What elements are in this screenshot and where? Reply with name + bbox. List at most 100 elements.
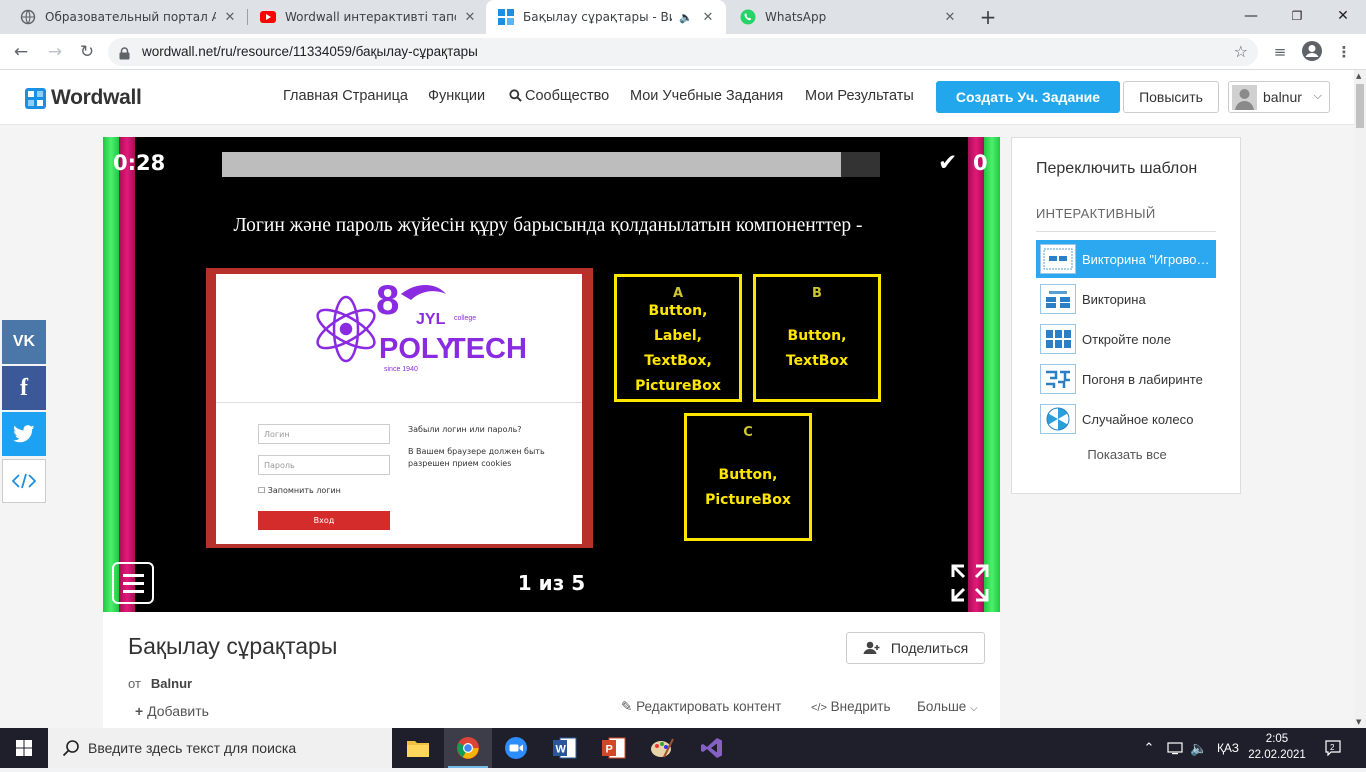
chrome-app[interactable]	[444, 728, 492, 768]
profile-icon[interactable]	[1300, 40, 1324, 64]
vk-share-button[interactable]: VK	[2, 320, 46, 364]
close-tab-icon[interactable]: ✕	[222, 10, 238, 25]
template-random-wheel[interactable]: Случайное колесо	[1036, 400, 1216, 438]
image-remember-checkbox: ☐ Запомнить логин	[258, 486, 341, 495]
reading-list-icon[interactable]: ≡	[1268, 40, 1292, 64]
polytech-logo: 8 JYL college POLY TECH since 1940	[316, 276, 527, 373]
author-line: от Balnur	[128, 676, 193, 691]
volume-icon[interactable]: 🔈	[1188, 728, 1210, 768]
nav-features[interactable]: Функции	[428, 88, 485, 104]
browser-tab-quiz[interactable]: Бақылау сұрақтары - Викторина 🔈 ✕	[486, 0, 726, 34]
gameshow-quiz-icon	[1040, 244, 1076, 274]
input-language[interactable]: ҚАЗ	[1212, 728, 1244, 768]
powerpoint-app[interactable]: P	[590, 728, 638, 768]
new-tab-plus-icon[interactable]: +	[976, 5, 1000, 29]
site-header: Wordwall Главная Страница Функции Сообще…	[0, 70, 1354, 125]
close-tab-icon[interactable]: ✕	[700, 10, 716, 25]
svg-text:P: P	[606, 744, 613, 756]
forward-arrow-icon[interactable]: →	[42, 39, 68, 65]
fullscreen-icon[interactable]	[951, 564, 989, 602]
embed-share-button[interactable]	[2, 459, 46, 503]
template-name: Викторина	[1082, 291, 1146, 307]
browser-tab-wordwall-youtube[interactable]: Wordwall интерактивті тапсырмалар ✕	[248, 0, 488, 34]
answer-card-a[interactable]: A Button, Label, TextBox, PictureBox	[614, 274, 742, 402]
show-hidden-icons-chevron-icon[interactable]: ⌃	[1138, 728, 1160, 768]
answer-card-b[interactable]: B Button, TextBox	[753, 274, 881, 402]
browser-tab-whatsapp[interactable]: WhatsApp ✕	[728, 0, 968, 34]
close-tab-icon[interactable]: ✕	[942, 10, 958, 25]
browser-tab-portal[interactable]: Образовательный портал Алматы ✕	[8, 0, 248, 34]
globe-icon	[20, 9, 36, 25]
scroll-down-arrow-icon[interactable]: ▼	[1356, 718, 1361, 726]
template-quiz[interactable]: Викторина	[1036, 280, 1216, 318]
address-bar[interactable]: wordwall.net/ru/resource/11334059/бақыла…	[108, 38, 1258, 66]
twitter-share-button[interactable]	[2, 412, 46, 456]
network-icon[interactable]	[1164, 728, 1186, 768]
scroll-up-arrow-icon[interactable]: ▲	[1356, 72, 1361, 80]
whatsapp-icon	[740, 9, 756, 25]
svg-text:college: college	[454, 315, 476, 322]
svg-text:TECH: TECH	[448, 333, 527, 365]
image-login-field: Логин	[258, 424, 390, 444]
scrollbar-thumb[interactable]	[1356, 84, 1364, 128]
open-box-icon	[1040, 324, 1076, 354]
tab-title: Wordwall интерактивті тапсырмалар	[285, 10, 456, 24]
more-dropdown[interactable]: Больше ⌵	[917, 699, 978, 714]
visual-studio-app[interactable]	[688, 728, 736, 768]
switch-template-panel: Переключить шаблон ИНТЕРАКТИВНЫЙ Виктори…	[1011, 137, 1241, 494]
bookmark-star-icon[interactable]: ☆	[1234, 42, 1248, 61]
embed-link[interactable]: </> Внедрить	[811, 699, 891, 714]
image-password-field: Пароль	[258, 455, 390, 475]
answer-card-c[interactable]: C Button, PictureBox	[684, 413, 812, 541]
upgrade-button[interactable]: Повысить	[1123, 81, 1219, 113]
start-button[interactable]	[0, 728, 48, 768]
close-window-icon[interactable]: ✕	[1320, 0, 1366, 34]
divider	[1036, 231, 1216, 232]
taskbar-clock[interactable]: 2:05 22.02.2021	[1248, 731, 1306, 763]
pencil-icon: ✎	[621, 699, 633, 714]
share-button[interactable]: Поделиться	[846, 632, 985, 664]
user-name: balnur	[1263, 89, 1302, 105]
template-name: Погоня в лабиринте	[1082, 371, 1203, 387]
nav-my-activities[interactable]: Мои Учебные Задания	[630, 88, 783, 104]
nav-my-results[interactable]: Мои Результаты	[805, 88, 914, 104]
plus-icon: +	[135, 703, 144, 719]
user-menu[interactable]: balnur ⌵	[1228, 81, 1330, 113]
template-gameshow-quiz[interactable]: Викторина "Игровое шоу"	[1036, 240, 1216, 278]
clock-date: 22.02.2021	[1248, 749, 1306, 761]
speaker-icon[interactable]: 🔈	[678, 11, 694, 24]
windows-taskbar: Введите здесь текст для поиска W P ⌃ 🔈 Қ…	[0, 728, 1366, 768]
wordwall-logo-icon	[25, 87, 46, 109]
notifications-icon[interactable]: 2	[1318, 728, 1348, 768]
reload-icon[interactable]: ↻	[74, 39, 100, 65]
left-magenta-stripe	[119, 137, 135, 612]
close-tab-icon[interactable]: ✕	[462, 10, 478, 25]
paint-app[interactable]	[638, 728, 686, 768]
add-button[interactable]: + Добавить	[135, 703, 209, 719]
nav-community-link[interactable]: Сообщество	[509, 88, 609, 106]
page-scrollbar[interactable]: ▲ ▼	[1354, 70, 1366, 728]
answer-text: Button, PictureBox	[705, 467, 791, 508]
back-arrow-icon[interactable]: ←	[8, 39, 34, 65]
author-name[interactable]: Balnur	[151, 676, 192, 691]
create-activity-button[interactable]: Создать Уч. Задание	[936, 81, 1120, 113]
template-maze-chase[interactable]: Погоня в лабиринте	[1036, 360, 1216, 398]
game-player[interactable]: 0:28 ✔ 0 Логин және пароль жүйесін құру …	[103, 137, 1000, 612]
minimize-icon[interactable]: —	[1228, 0, 1274, 34]
edit-content-link[interactable]: ✎ Редактировать контент	[621, 699, 781, 715]
show-all-templates-link[interactable]: Показать все	[1012, 447, 1242, 462]
file-explorer-app[interactable]	[394, 728, 442, 768]
template-name: Откройте поле	[1082, 331, 1171, 347]
zoom-app[interactable]	[492, 728, 540, 768]
facebook-share-button[interactable]: f	[2, 366, 46, 410]
template-open-box[interactable]: Откройте поле	[1036, 320, 1216, 358]
restore-icon[interactable]: ❐	[1274, 0, 1320, 34]
nav-home[interactable]: Главная Страница	[283, 88, 408, 104]
taskbar-search-box[interactable]: Введите здесь текст для поиска	[48, 728, 392, 768]
wordwall-logo[interactable]: Wordwall	[25, 86, 142, 110]
avatar	[1232, 85, 1257, 110]
word-app[interactable]: W	[541, 728, 589, 768]
url-text: wordwall.net/ru/resource/11334059/бақыла…	[142, 44, 478, 59]
kebab-menu-icon[interactable]: ⋮	[1332, 40, 1356, 64]
clock-time: 2:05	[1265, 733, 1289, 745]
